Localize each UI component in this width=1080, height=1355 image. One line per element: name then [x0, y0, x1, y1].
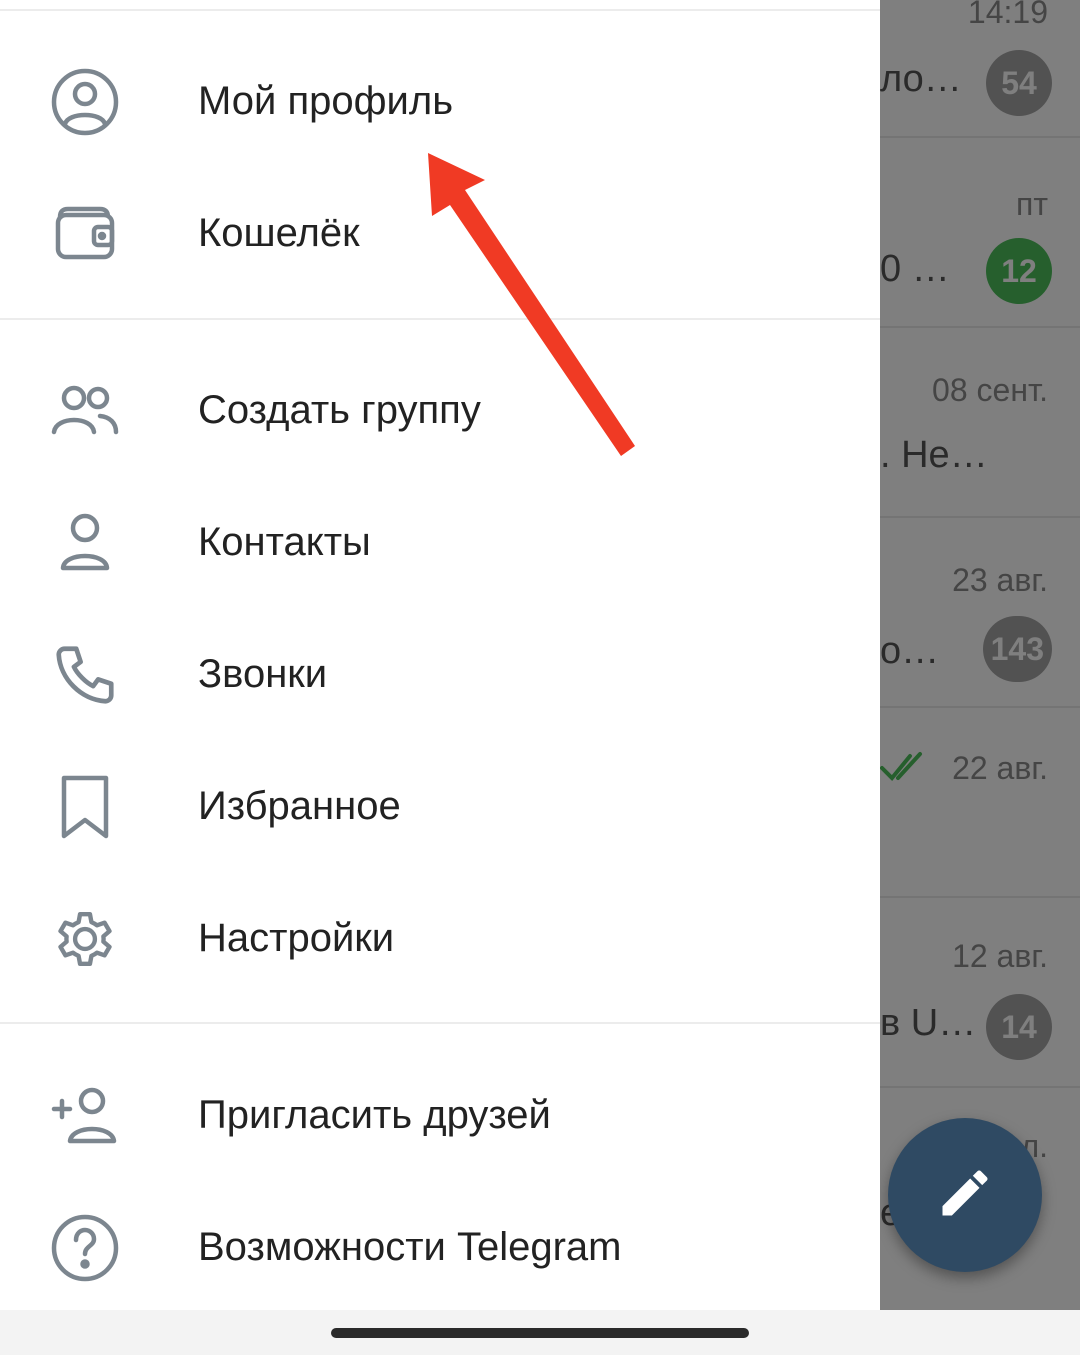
bookmark-icon: [50, 772, 120, 842]
menu-item-label: Кошелёк: [198, 210, 360, 255]
divider: [0, 9, 880, 11]
home-gesture-handle[interactable]: [331, 1328, 749, 1338]
menu-item-label: Звонки: [198, 651, 328, 696]
system-navigation-bar: [0, 1310, 1080, 1355]
menu-item-label: Пригласить друзей: [198, 1092, 551, 1137]
wallet-icon: [50, 199, 120, 269]
menu-item-contacts[interactable]: Контакты: [0, 476, 880, 608]
divider: [0, 318, 880, 320]
menu-item-invite-friends[interactable]: Пригласить друзей: [0, 1049, 880, 1181]
menu-item-label: Настройки: [198, 915, 395, 960]
menu-item-settings[interactable]: Настройки: [0, 872, 880, 1004]
user-circle-icon: [50, 67, 120, 137]
compose-button[interactable]: [888, 1118, 1042, 1272]
menu-item-label: Мой профиль: [198, 78, 454, 123]
question-circle-icon: [50, 1213, 120, 1283]
divider: [0, 1022, 880, 1024]
navigation-drawer: Мой профиль Кошелёк Создать группу Конта…: [0, 0, 880, 1310]
menu-item-new-group[interactable]: Создать группу: [0, 344, 880, 476]
person-icon: [50, 508, 120, 578]
menu-item-telegram-features[interactable]: Возможности Telegram: [0, 1181, 880, 1313]
menu-item-wallet[interactable]: Кошелёк: [0, 167, 880, 299]
menu-item-label: Избранное: [198, 783, 401, 828]
menu-item-calls[interactable]: Звонки: [0, 608, 880, 740]
menu-item-label: Контакты: [198, 519, 371, 564]
menu-item-label: Создать группу: [198, 387, 481, 432]
menu-item-label: Возможности Telegram: [198, 1224, 622, 1269]
menu-item-my-profile[interactable]: Мой профиль: [0, 35, 880, 167]
gear-icon: [50, 904, 120, 974]
pencil-icon: [935, 1163, 995, 1228]
group-icon: [50, 376, 120, 446]
add-user-icon: [50, 1081, 120, 1151]
menu-item-saved[interactable]: Избранное: [0, 740, 880, 872]
phone-icon: [50, 640, 120, 710]
